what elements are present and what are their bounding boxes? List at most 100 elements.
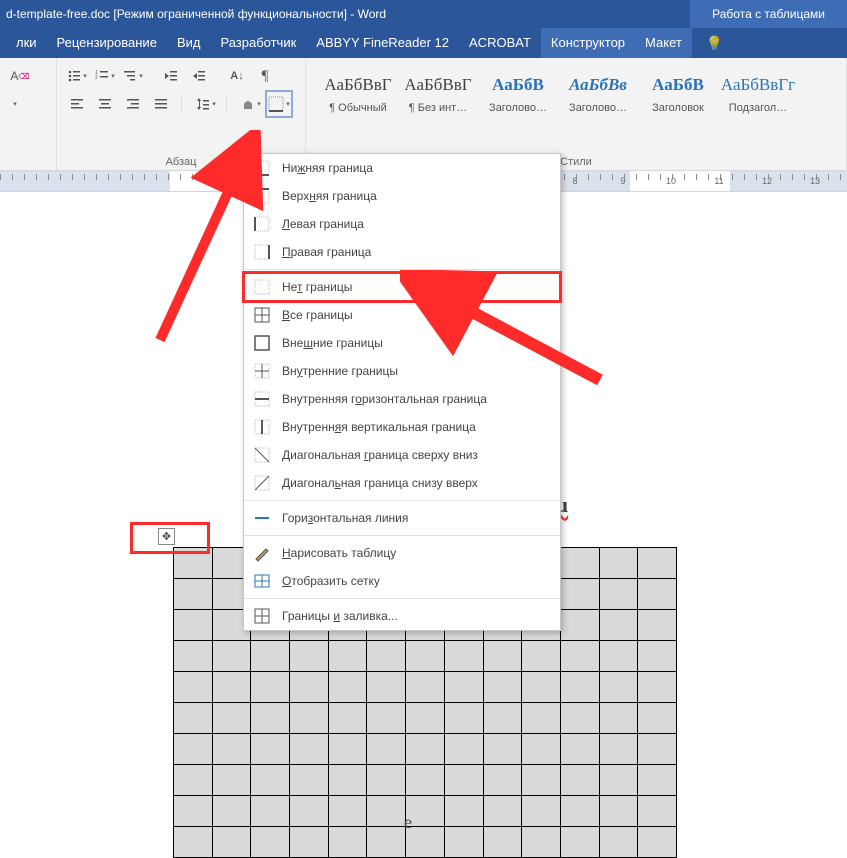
table-cell[interactable] — [328, 641, 367, 672]
clear-format-icon[interactable]: A⌫ — [8, 64, 32, 88]
table-cell[interactable] — [406, 672, 445, 703]
table-cell[interactable] — [406, 734, 445, 765]
border-draw-item[interactable]: Нарисовать таблицу — [244, 539, 560, 567]
align-justify-button[interactable] — [149, 92, 173, 116]
table-cell[interactable] — [599, 765, 638, 796]
border-ddown-item[interactable]: Диагональная граница сверху вниз — [244, 441, 560, 469]
table-cell[interactable] — [174, 796, 213, 827]
table-cell[interactable] — [599, 796, 638, 827]
table-cell[interactable] — [638, 827, 677, 858]
table-cell[interactable] — [522, 703, 561, 734]
table-cell[interactable] — [560, 703, 599, 734]
table-cell[interactable] — [638, 579, 677, 610]
table-cell[interactable] — [328, 765, 367, 796]
tab-review[interactable]: Рецензирование — [47, 28, 167, 58]
table-cell[interactable] — [251, 796, 290, 827]
border-inner-item[interactable]: Внутренние границы — [244, 357, 560, 385]
border-iv-item[interactable]: Внутренняя вертикальная граница — [244, 413, 560, 441]
table-cell[interactable] — [212, 641, 251, 672]
table-cell[interactable] — [174, 610, 213, 641]
tab-finereader[interactable]: ABBYY FineReader 12 — [306, 28, 459, 58]
table-move-handle[interactable]: ✥ — [158, 528, 175, 545]
line-spacing-button[interactable] — [194, 92, 218, 116]
table-cell[interactable] — [483, 641, 522, 672]
table-cell[interactable] — [599, 672, 638, 703]
border-left-item[interactable]: Левая граница — [244, 210, 560, 238]
table-cell[interactable] — [212, 827, 251, 858]
border-dup-item[interactable]: Диагональная граница снизу вверх — [244, 469, 560, 497]
table-cell[interactable] — [444, 641, 483, 672]
table-cell[interactable] — [212, 765, 251, 796]
table-cell[interactable] — [328, 734, 367, 765]
sort-button[interactable]: A↓ — [225, 64, 249, 88]
table-cell[interactable] — [290, 796, 329, 827]
table-cell[interactable] — [444, 672, 483, 703]
table-cell[interactable] — [174, 734, 213, 765]
table-cell[interactable] — [560, 734, 599, 765]
table-cell[interactable] — [290, 827, 329, 858]
table-cell[interactable] — [251, 641, 290, 672]
table-cell[interactable] — [560, 548, 599, 579]
border-top-item[interactable]: Верхняя граница — [244, 182, 560, 210]
border-hline-item[interactable]: Горизонтальная линия — [244, 504, 560, 532]
table-cell[interactable] — [599, 610, 638, 641]
table-cell[interactable] — [560, 796, 599, 827]
multilevel-button[interactable] — [121, 64, 145, 88]
table-cell[interactable] — [444, 827, 483, 858]
table-cell[interactable] — [638, 548, 677, 579]
bullets-button[interactable] — [65, 64, 89, 88]
table-cell[interactable] — [483, 672, 522, 703]
tab-design[interactable]: Конструктор — [541, 28, 635, 58]
table-cell[interactable] — [251, 827, 290, 858]
table-cell[interactable] — [290, 672, 329, 703]
table-cell[interactable] — [444, 796, 483, 827]
table-cell[interactable] — [406, 765, 445, 796]
tab-acrobat[interactable]: ACROBAT — [459, 28, 541, 58]
table-cell[interactable] — [483, 765, 522, 796]
border-grid-item[interactable]: Отобразить сетку — [244, 567, 560, 595]
table-cell[interactable] — [638, 672, 677, 703]
border-ih-item[interactable]: Внутренняя горизонтальная граница — [244, 385, 560, 413]
table-cell[interactable] — [328, 796, 367, 827]
table-cell[interactable] — [599, 548, 638, 579]
table-cell[interactable] — [522, 827, 561, 858]
table-cell[interactable] — [599, 579, 638, 610]
table-cell[interactable] — [444, 765, 483, 796]
table-cell[interactable] — [522, 734, 561, 765]
table-cell[interactable] — [638, 641, 677, 672]
borders-button[interactable] — [267, 92, 291, 116]
table-cell[interactable] — [367, 796, 406, 827]
table-cell[interactable] — [599, 734, 638, 765]
table-cell[interactable] — [444, 703, 483, 734]
table-cell[interactable] — [599, 703, 638, 734]
table-cell[interactable] — [483, 703, 522, 734]
table-cell[interactable] — [251, 703, 290, 734]
table-cell[interactable] — [367, 703, 406, 734]
table-cell[interactable] — [560, 610, 599, 641]
table-cell[interactable] — [406, 703, 445, 734]
table-cell[interactable] — [483, 796, 522, 827]
table-cell[interactable] — [560, 765, 599, 796]
numbering-button[interactable]: 12 — [93, 64, 117, 88]
table-cell[interactable] — [328, 672, 367, 703]
table-cell[interactable] — [483, 827, 522, 858]
table-cell[interactable] — [406, 641, 445, 672]
table-cell[interactable] — [328, 703, 367, 734]
style-5[interactable]: АаБбВвГгПодзагол… — [720, 68, 796, 114]
table-cell[interactable] — [444, 734, 483, 765]
style-1[interactable]: АаБбВвГ¶ Без инт… — [400, 68, 476, 114]
border-outer-item[interactable]: Внешние границы — [244, 329, 560, 357]
border-right-item[interactable]: Правая граница — [244, 238, 560, 266]
tell-me-icon[interactable]: 💡 — [696, 28, 733, 58]
table-cell[interactable] — [367, 765, 406, 796]
table-cell[interactable] — [290, 703, 329, 734]
table-cell[interactable] — [560, 827, 599, 858]
border-all-item[interactable]: Все границы — [244, 301, 560, 329]
table-cell[interactable] — [174, 827, 213, 858]
table-cell[interactable] — [212, 672, 251, 703]
table-cell[interactable] — [483, 734, 522, 765]
table-cell[interactable] — [560, 672, 599, 703]
shading-button[interactable] — [239, 92, 263, 116]
table-cell[interactable] — [367, 734, 406, 765]
border-none-item[interactable]: Нет границы — [244, 273, 560, 301]
